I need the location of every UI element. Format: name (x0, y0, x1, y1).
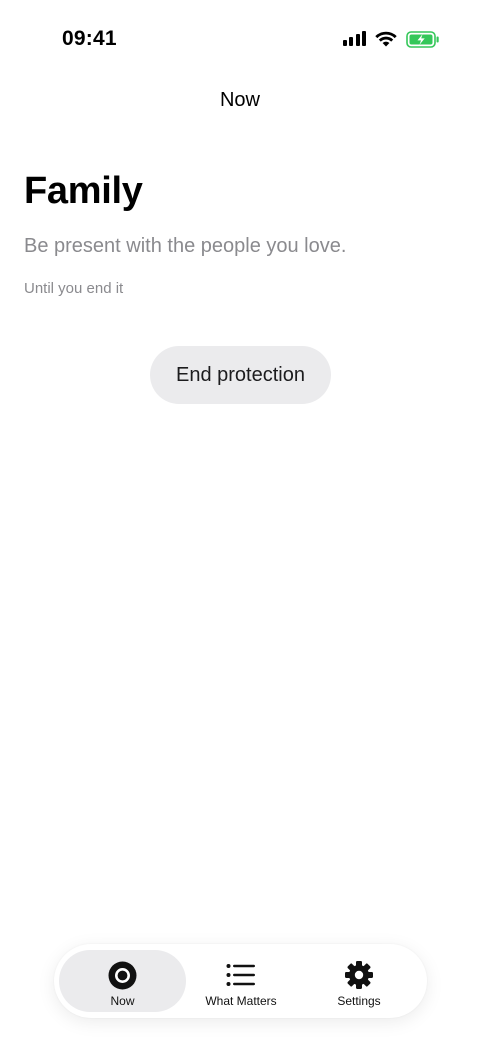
tab-now-label: Now (110, 994, 135, 1008)
status-time: 09:41 (62, 27, 117, 50)
wifi-icon (375, 31, 397, 47)
list-icon (226, 960, 256, 990)
nav-title: Now (219, 89, 260, 111)
status-icons (342, 30, 441, 48)
tab-now[interactable]: Now (59, 950, 186, 1012)
now-circle-icon (108, 960, 137, 990)
tab-settings-label: Settings (337, 994, 381, 1008)
status-bar: 09:41 (0, 0, 480, 72)
battery-charging-icon (406, 30, 440, 48)
end-protection-button[interactable]: End protection (150, 346, 331, 404)
protection-duration: Until you end it (24, 280, 124, 297)
cellular-signal-icon (342, 31, 366, 46)
gear-icon (344, 960, 374, 990)
tab-what-matters-label: What Matters (205, 994, 277, 1008)
tab-settings[interactable]: Settings (304, 950, 414, 1012)
tab-what-matters[interactable]: What Matters (182, 950, 300, 1012)
app-screen: 09:41 Now Family Be present with the peo… (0, 0, 480, 1044)
page-subtitle: Be present with the people you love. (24, 235, 347, 257)
page-title: Family (24, 170, 143, 212)
tab-bar: Now What Matters Settings (54, 944, 427, 1018)
